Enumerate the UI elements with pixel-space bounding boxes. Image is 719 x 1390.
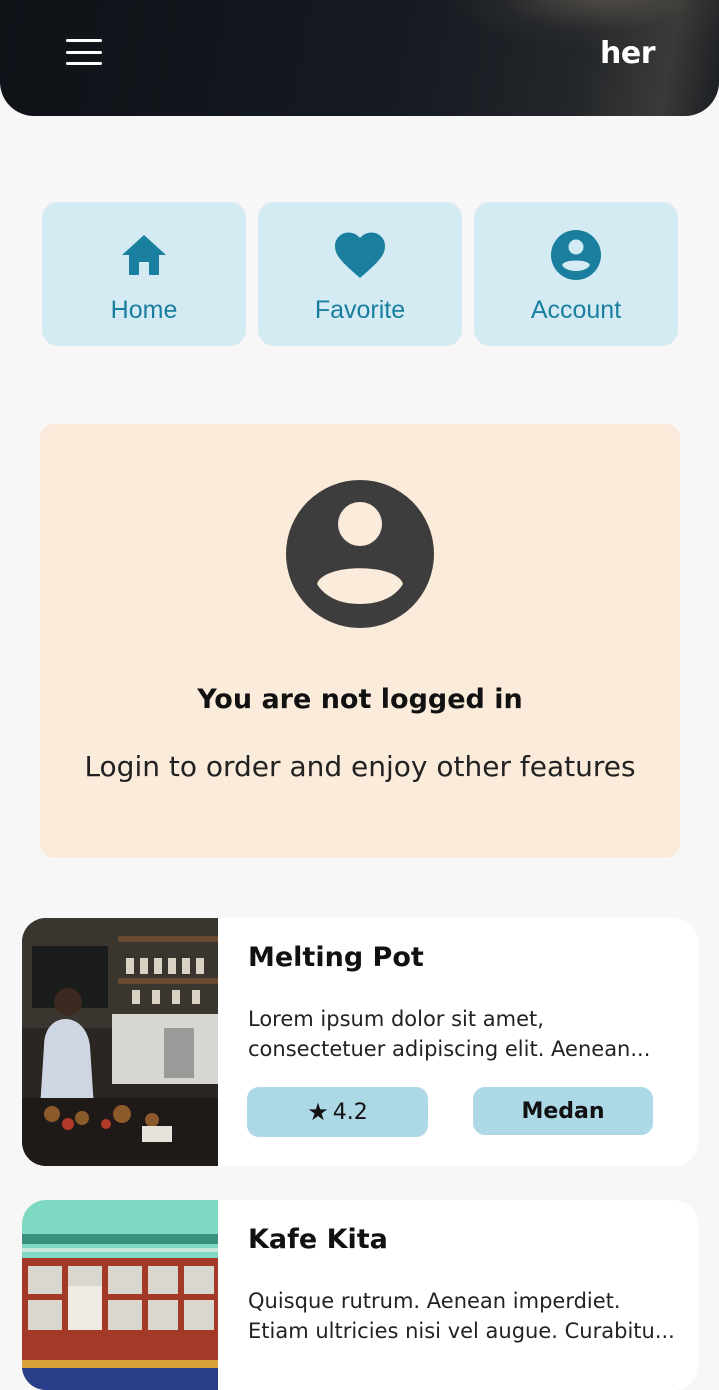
app-header: her [0,0,719,116]
header-background-image [439,0,719,50]
rating-value: 4.2 [332,1099,368,1125]
place-card[interactable]: Melting Pot Lorem ipsum dolor sit amet, … [22,918,698,1166]
nav-account-label: Account [530,296,622,324]
login-prompt-card[interactable]: You are not logged in Login to order and… [40,424,680,858]
home-icon [116,228,172,282]
cafe-photo [22,918,218,1166]
cafe-photo [22,1200,218,1390]
place-description: Quisque rutrum. Aenean imperdiet. Etiam … [248,1289,675,1343]
place-name: Melting Pot [248,942,424,973]
city-badge: Medan [473,1087,653,1135]
login-prompt-title: You are not logged in [197,684,523,715]
place-name: Kafe Kita [248,1224,388,1255]
hamburger-menu-icon[interactable] [62,36,106,68]
nav-favorite-label: Favorite [314,296,406,324]
place-description: Lorem ipsum dolor sit amet, consectetuer… [248,1007,651,1061]
nav-home[interactable]: Home [42,202,246,346]
login-prompt-subtitle: Login to order and enjoy other features [84,750,636,783]
rating-badge: ★ 4.2 [247,1087,428,1137]
main-nav: Home Favorite Account [42,202,678,346]
heart-icon [332,228,388,282]
nav-account[interactable]: Account [474,202,678,346]
place-card[interactable]: Kafe Kita Quisque rutrum. Aenean imperdi… [22,1200,698,1390]
account-circle-icon [548,228,604,282]
nav-favorite[interactable]: Favorite [258,202,462,346]
brand-logo: her [600,36,656,71]
account-circle-icon [285,479,435,629]
star-icon: ★ [307,1098,329,1126]
nav-home-label: Home [110,296,178,324]
